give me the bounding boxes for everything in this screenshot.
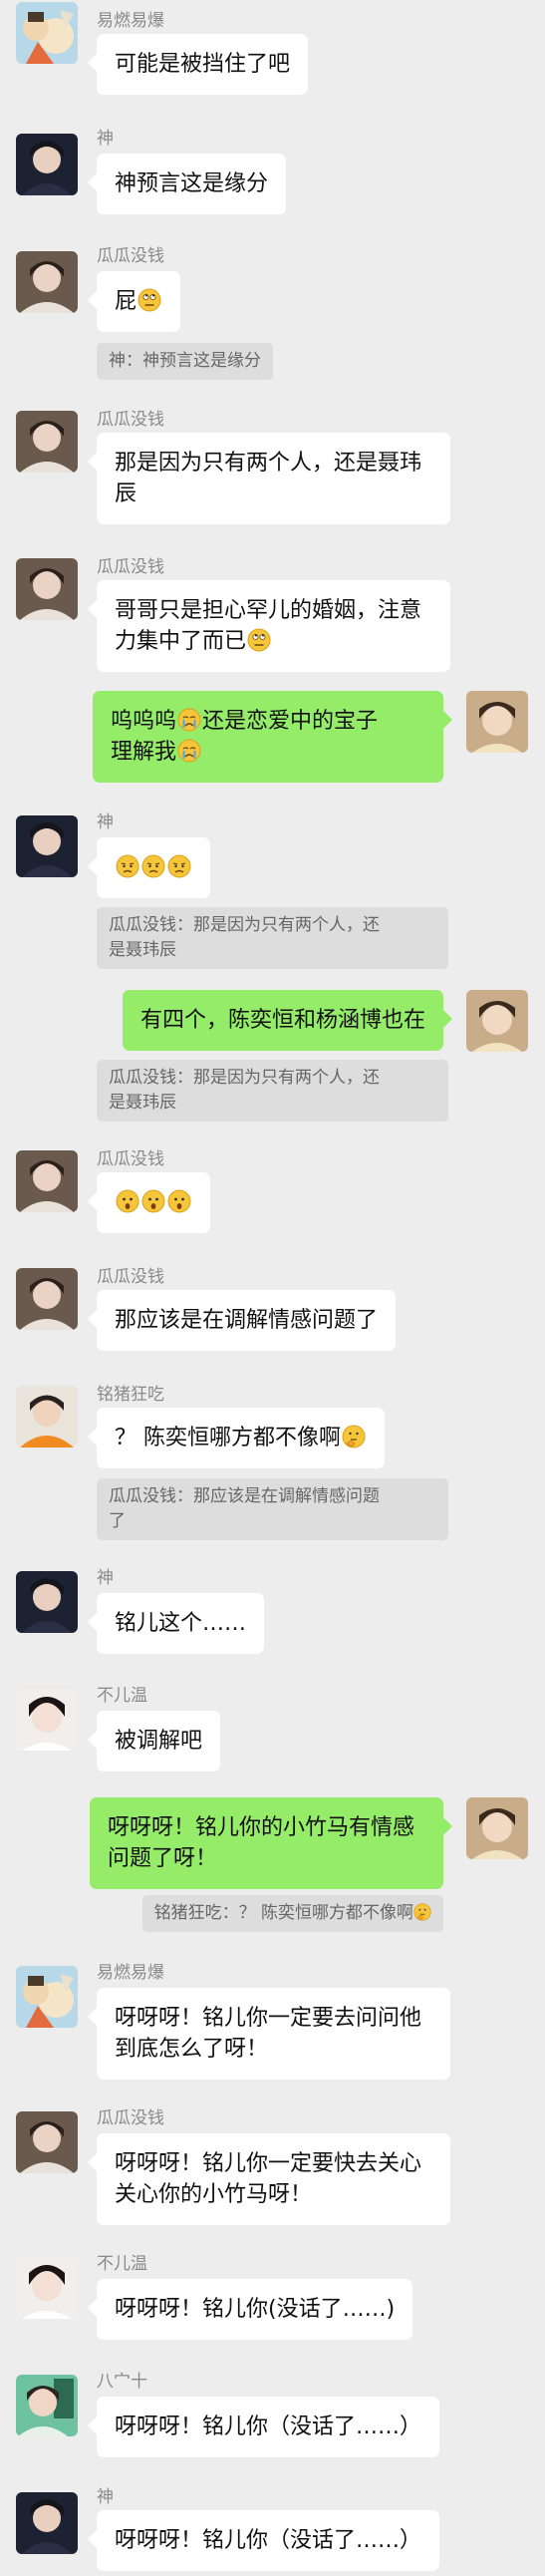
- message-bubble[interactable]: 被调解吧: [87, 1711, 221, 1771]
- message-bubble[interactable]: [88, 1172, 210, 1233]
- message-line: 辰: [115, 482, 137, 506]
- sender-name: 八宀十: [97, 2372, 147, 2392]
- message-bubble[interactable]: 呀呀呀！铭儿你(没话了……): [87, 2279, 413, 2340]
- sender-name: 易燃易爆: [97, 11, 164, 31]
- quote-line: 铭猪狂吃：？ 陈奕恒哪方都不像啊: [153, 1903, 413, 1923]
- quoted-message[interactable]: 瓜瓜没钱：那是因为只有两个人，还 是聂玮辰: [97, 1060, 448, 1122]
- message-bubble[interactable]: 那是因为只有两个人，还是聂玮 辰: [88, 433, 450, 524]
- sender-name: 瓜瓜没钱: [97, 557, 164, 577]
- cartoon-avatar[interactable]: [16, 2, 78, 64]
- crying-emoji: [177, 739, 201, 763]
- message-bubble[interactable]: 可能是被挡住了吧: [87, 34, 309, 95]
- message-bubble[interactable]: 呀呀呀！铭儿你（没话了……）: [87, 2397, 440, 2457]
- quoted-message[interactable]: 瓜瓜没钱：那应该是在调解情感问题 了: [97, 1478, 448, 1540]
- quote-line: 瓜瓜没钱：那是因为只有两个人，还: [109, 1068, 380, 1088]
- surprised-emoji: [116, 1189, 139, 1213]
- message-line: 问题了呀！: [108, 1846, 218, 1871]
- self-avatar[interactable]: [466, 1797, 528, 1859]
- message-bubble[interactable]: 那应该是在调解情感问题了: [87, 1290, 397, 1351]
- quote-line: 了: [109, 1511, 126, 1531]
- quoted-message[interactable]: 铭猪狂吃：？ 陈奕恒哪方都不像啊: [141, 1895, 443, 1932]
- dark-portrait-avatar[interactable]: [16, 2492, 78, 2554]
- message-bubble[interactable]: 神预言这是缘分: [87, 154, 287, 214]
- light-portrait-avatar[interactable]: [16, 2257, 78, 2319]
- message-line: 还是恋爱中的宝子: [202, 709, 379, 734]
- message-bubble[interactable]: 铭儿这个……: [87, 1593, 265, 1654]
- quote-line: 是聂玮辰: [109, 1093, 176, 1113]
- sender-name: 易燃易爆: [97, 1963, 164, 1983]
- quote-line: 瓜瓜没钱：那应该是在调解情感问题: [109, 1486, 380, 1506]
- message-bubble[interactable]: 有四个，陈奕恒和杨涵博也在: [122, 990, 453, 1051]
- portrait-avatar[interactable]: [16, 411, 78, 473]
- message-line: 力集中了而已: [115, 629, 247, 654]
- surprised-emoji: [167, 1189, 191, 1213]
- light-portrait-avatar[interactable]: [16, 1689, 78, 1751]
- puzzled-emoji: [167, 854, 191, 878]
- puzzled-emoji: [141, 854, 165, 878]
- message-bubble[interactable]: 哥哥只是担心罕儿的婚姻，注意 力集中了而已: [88, 580, 450, 672]
- message-line: 呀呀呀！铭儿你一定要快去关心: [115, 2151, 422, 2176]
- message-line: 呜呜呜: [111, 709, 177, 734]
- sender-name: 铭猪狂吃: [97, 1385, 164, 1405]
- cartoon-avatar[interactable]: [16, 1966, 78, 2028]
- message-bubble[interactable]: [88, 837, 210, 898]
- message-text: ？ 陈奕恒哪方都不像啊: [115, 1426, 341, 1450]
- dark-portrait-avatar[interactable]: [16, 134, 78, 195]
- sender-name: 瓜瓜没钱: [97, 1149, 164, 1169]
- message-line: 到底怎么了呀！: [115, 2037, 269, 2062]
- sender-name: 不儿温: [97, 2254, 147, 2274]
- message-bubble[interactable]: 呀呀呀！铭儿你的小竹马有情感 问题了呀！: [90, 1797, 452, 1889]
- thinking-emoji: [413, 1903, 431, 1921]
- message-bubble[interactable]: 屁: [87, 271, 181, 332]
- portrait-avatar[interactable]: [16, 251, 78, 313]
- sender-name: 瓜瓜没钱: [97, 410, 164, 430]
- portrait-avatar[interactable]: [16, 1150, 78, 1212]
- surprised-emoji: [141, 1189, 165, 1213]
- quote-line: 瓜瓜没钱：那是因为只有两个人，还: [109, 915, 380, 935]
- message-line: 呀呀呀！铭儿你的小竹马有情感: [108, 1815, 415, 1840]
- message-bubble[interactable]: 呀呀呀！铭儿你一定要去问问他 到底怎么了呀！: [88, 1988, 450, 2080]
- sender-name: 瓜瓜没钱: [97, 246, 164, 266]
- eye-roll-emoji: [247, 628, 271, 652]
- quoted-message[interactable]: 瓜瓜没钱：那是因为只有两个人，还 是聂玮辰: [97, 907, 448, 969]
- portrait-avatar[interactable]: [16, 1268, 78, 1330]
- crying-emoji: [177, 708, 201, 732]
- puzzled-emoji: [116, 854, 139, 878]
- portrait-avatar[interactable]: [16, 558, 78, 620]
- sender-name: 神: [97, 2487, 114, 2507]
- eye-roll-emoji: [137, 288, 161, 312]
- sender-name: 瓜瓜没钱: [97, 2108, 164, 2128]
- message-line: 哥哥只是担心罕儿的婚姻，注意: [115, 598, 422, 623]
- dark-portrait-avatar[interactable]: [16, 815, 78, 877]
- message-bubble[interactable]: 呀呀呀！铭儿你一定要快去关心 关心你的小竹马呀！: [88, 2133, 450, 2225]
- green-avatar[interactable]: [16, 2375, 78, 2436]
- message-bubble[interactable]: 呜呜呜 还是恋爱中的宝子 理解我: [93, 691, 452, 783]
- message-line: 关心你的小竹马呀！: [115, 2182, 313, 2207]
- orange-avatar[interactable]: [16, 1386, 78, 1448]
- dark-portrait-avatar[interactable]: [16, 1571, 78, 1633]
- message-text: 屁: [115, 289, 137, 314]
- message-line: 那是因为只有两个人，还是聂玮: [115, 451, 422, 476]
- sender-name: 神: [97, 129, 114, 149]
- portrait-avatar[interactable]: [16, 2111, 78, 2173]
- sender-name: 神: [97, 1568, 114, 1588]
- self-avatar[interactable]: [466, 691, 528, 753]
- thinking-emoji: [342, 1425, 366, 1449]
- quoted-message[interactable]: 神：神预言这是缘分: [97, 343, 273, 380]
- message-bubble[interactable]: ？ 陈奕恒哪方都不像啊: [88, 1408, 385, 1468]
- sender-name: 瓜瓜没钱: [97, 1267, 164, 1287]
- sender-name: 不儿温: [97, 1686, 147, 1706]
- self-avatar[interactable]: [466, 990, 528, 1052]
- sender-name: 神: [97, 812, 114, 832]
- message-line: 呀呀呀！铭儿你一定要去问问他: [115, 2006, 422, 2031]
- message-bubble[interactable]: 呀呀呀！铭儿你（没话了……）: [87, 2510, 440, 2571]
- message-line: 理解我: [111, 740, 177, 765]
- quote-line: 是聂玮辰: [109, 940, 176, 960]
